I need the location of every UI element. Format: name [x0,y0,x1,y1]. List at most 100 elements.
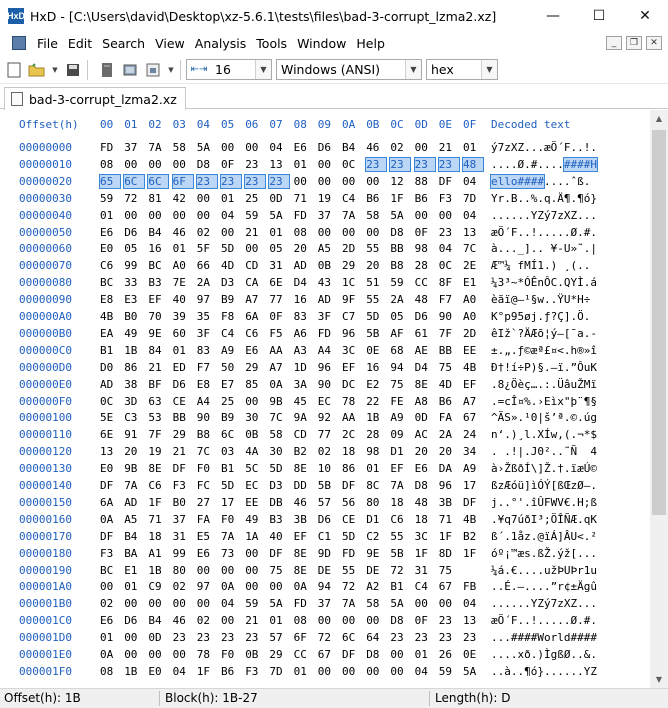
hex-byte[interactable]: 5D [366,310,386,323]
hex-byte[interactable]: AD [294,259,314,272]
hex-byte[interactable]: 4D [221,259,241,272]
hex-byte[interactable]: B6 [415,192,435,205]
menu-view[interactable]: View [150,36,190,51]
hex-byte[interactable]: 00 [221,141,241,154]
hex-byte[interactable]: 0E [463,648,483,661]
hex-byte[interactable]: B4 [342,141,362,154]
hex-byte[interactable]: A9 [463,462,483,475]
hex-byte[interactable]: 4D [439,378,459,391]
hex-byte[interactable]: F0 [221,513,241,526]
hex-byte[interactable]: 80 [366,496,386,509]
hex-byte[interactable]: C4 [415,580,435,593]
decoded-text[interactable]: j..°'.îÛFWV€.H;ß [491,496,597,509]
hex-byte[interactable]: 26 [439,648,459,661]
hex-byte[interactable]: 0A [294,580,314,593]
hex-byte[interactable]: 22 [366,395,386,408]
hex-byte[interactable]: C4 [221,327,241,340]
hex-byte[interactable]: 12 [390,175,410,188]
hex-byte[interactable]: 00 [221,564,241,577]
hex-byte[interactable]: 29 [269,648,289,661]
hex-byte[interactable]: 00 [439,209,459,222]
selected-text[interactable]: ####H [562,156,598,172]
hex-row[interactable]: 000001C0 E6 D6 B4 46 02 00 21 01 08 00 00 00 D8 0F 23 13… [0,614,650,630]
hex-byte[interactable]: 7A [390,479,410,492]
hex-row[interactable]: 00000060 E0 05 16 01 5F 5D 00 05 20 A5 2D 55 BB 98 04 7C… [0,242,650,258]
tab-bad-3-corrupt-lzma2[interactable]: bad-3-corrupt_lzma2.xz [4,87,186,110]
hex-byte[interactable]: DF [342,479,362,492]
hex-byte[interactable]: 9D [318,547,338,560]
hex-byte[interactable]: 01 [124,580,144,593]
hex-byte[interactable]: 20 [294,242,314,255]
hex-byte[interactable]: FE [390,395,410,408]
hex-byte[interactable]: 78 [197,648,217,661]
hex-byte[interactable]: 02 [197,614,217,627]
hex-row[interactable]: 000001D0 01 00 0D 23 23 23 23 57 6F 72 6C 64 23 23 23 23… [0,631,650,647]
hex-byte[interactable]: 9E [148,327,168,340]
hex-row[interactable]: 00000190 BC E1 1B 80 00 00 00 75 8E DE 55 DE 72 31 75 ¼á… [0,564,650,580]
hex-byte[interactable]: 97 [197,580,217,593]
hex-byte[interactable]: 96 [318,361,338,374]
hex-byte[interactable]: AE [415,344,435,357]
hex-byte[interactable]: 2A [439,428,459,441]
menu-search[interactable]: Search [97,36,150,51]
hex-byte[interactable]: AD [318,293,338,306]
hex-byte[interactable]: A9 [390,411,410,424]
hex-byte[interactable]: 2D [342,242,362,255]
hex-row[interactable]: 000000A0 4B B0 70 39 35 F8 6A 0F 83 3F C7 5D 05 D6 90 A0… [0,310,650,326]
hex-byte[interactable]: A5 [318,242,338,255]
decoded-text[interactable]: .=cÎ¤%.›Eìx"þ¨¶§ [491,395,597,408]
hex-byte[interactable]: B8 [197,428,217,441]
hex-byte[interactable]: 23 [244,173,267,189]
decoded-text[interactable]: ±.„.ƒ©æª£¤<.h®»î [491,344,597,357]
hex-byte[interactable]: 21 [439,141,459,154]
hex-row[interactable]: 00000030 59 72 81 42 00 01 25 0D 71 19 C4 B6 1F B6 F3 7D… [0,192,650,208]
hex-byte[interactable]: 99 [173,547,193,560]
hex-byte[interactable]: 17 [221,496,241,509]
hex-byte[interactable]: E1 [463,276,483,289]
hex-byte[interactable]: 0A [269,378,289,391]
hex-byte[interactable]: 00 [439,597,459,610]
hex-editor[interactable]: Offset(h) 00 01 02 03 04 05 06 07 08 09 0A 0B 0C 0D 0E… [0,110,650,688]
hex-byte[interactable]: B3 [269,513,289,526]
hex-byte[interactable]: CA [245,276,265,289]
hex-byte[interactable]: 45 [294,395,314,408]
hex-byte[interactable]: E0 [100,242,120,255]
hex-byte[interactable]: E2 [366,378,386,391]
hex-byte[interactable]: 08 [294,614,314,627]
hex-byte[interactable]: F0 [197,462,217,475]
hex-byte[interactable]: 6C [147,173,170,189]
hex-byte[interactable]: D3 [269,479,289,492]
hex-byte[interactable]: AF [390,327,410,340]
hex-byte[interactable]: 5A [269,209,289,222]
hex-byte[interactable]: 0B [245,428,265,441]
hex-byte[interactable]: 55 [342,564,362,577]
hex-byte[interactable]: 0D [269,192,289,205]
hex-byte[interactable]: 5D [221,479,241,492]
hex-byte[interactable]: 08 [294,226,314,239]
hex-row[interactable]: 00000050 E6 D6 B4 46 02 00 21 01 08 00 00 00 D8 0F 23 13… [0,226,650,242]
hex-byte[interactable]: A7 [269,361,289,374]
disk-image-icon[interactable] [144,61,162,79]
hex-byte[interactable]: 7C [269,411,289,424]
hex-byte[interactable]: 75 [439,361,459,374]
hex-byte[interactable]: 0C [439,259,459,272]
hex-byte[interactable]: 7A [342,597,362,610]
hex-byte[interactable]: EF [342,361,362,374]
hex-byte[interactable]: DF [100,479,120,492]
hex-byte[interactable]: 01 [415,648,435,661]
hex-byte[interactable]: 5E [100,411,120,424]
hex-byte[interactable]: 8E [294,462,314,475]
hex-row[interactable]: 000000B0 EA 49 9E 60 3F C4 C6 F5 A6 FD 96 5B AF 61 7F 2D… [0,327,650,343]
decoded-text[interactable]: ......YZý7zXZ... [491,597,597,610]
hex-byte[interactable]: 72 [318,631,338,644]
hex-byte[interactable]: 0C [100,395,120,408]
hex-byte[interactable]: B6 [366,192,386,205]
hex-byte[interactable]: A0 [463,310,483,323]
hex-byte[interactable]: 23 [389,156,412,172]
mdi-restore-button[interactable]: ❐ [626,36,642,50]
hex-byte[interactable]: 23 [173,631,193,644]
hex-byte[interactable]: C9 [148,580,168,593]
decoded-text[interactable]: à›ŽßðÍ\]Ž.†.ïæÚ© [491,462,597,475]
hex-byte[interactable]: DE [366,564,386,577]
decoded-text[interactable]: ß´.1åz.@ïÁ]ÂU<.² [491,530,597,543]
